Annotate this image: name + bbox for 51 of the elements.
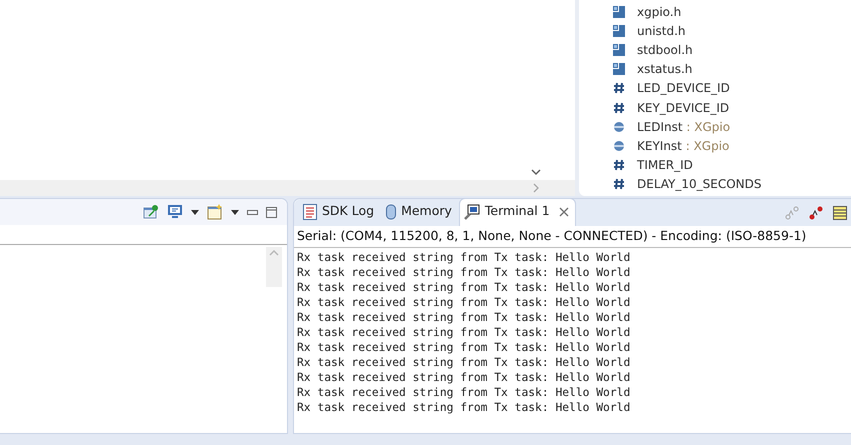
hash-icon (613, 159, 625, 172)
log-icon (303, 204, 317, 220)
circle-icon (613, 140, 625, 152)
outline-item[interactable]: LEDInst : XGpio (637, 118, 730, 136)
minimize-icon[interactable] (247, 210, 258, 214)
hash-icon (613, 82, 625, 94)
header-file-icon (613, 63, 625, 76)
pin-icon[interactable] (143, 204, 159, 220)
header-file-icon (613, 44, 625, 56)
caret-icon[interactable] (231, 210, 239, 214)
terminal-line: Rx task received string from Tx task: Hello World (297, 340, 632, 355)
connect-icon[interactable] (809, 206, 823, 220)
circle-icon (613, 120, 625, 133)
outline-item[interactable]: xgpio.h (637, 2, 682, 21)
terminal-line: Rx task received string from Tx task: Hello World (297, 384, 632, 400)
outline-item[interactable]: TIMER_ID (637, 156, 693, 174)
terminal-line: Rx task received string from Tx task: Hello World (297, 294, 632, 310)
terminal-icon (464, 204, 480, 220)
outline-item[interactable]: LED_DEVICE_ID (637, 79, 730, 98)
connection-status: Serial: (COM4, 115200, 8, 1, None, None - CONNECTED) - Encoding: (ISO-8859-1) (294, 226, 851, 248)
maximize-icon[interactable] (266, 206, 277, 218)
horizontal-scrollbar[interactable] (0, 180, 575, 196)
outline-item[interactable]: stdbool.h (637, 40, 693, 59)
hash-icon (613, 102, 625, 114)
terminal-line: Rx task received string from Tx task: Hello World (297, 250, 632, 265)
outline-item[interactable]: DELAY_10_SECONDS (637, 175, 762, 194)
terminal-line: Rx task received string from Tx task: Hello World (297, 280, 632, 295)
new-window-icon[interactable] (207, 204, 223, 220)
close-icon[interactable] (558, 206, 569, 217)
outline-item[interactable]: KEYInst : XGpio (637, 136, 730, 155)
view-tab[interactable]: Terminal 1 (458, 198, 576, 226)
view-tab[interactable]: SDK Log (298, 198, 382, 226)
monitor-icon[interactable] (167, 204, 183, 220)
outline-item[interactable]: KEY_DEVICE_ID (637, 98, 730, 117)
terminal-line: Rx task received string from Tx task: Hello World (297, 400, 632, 415)
header-file-icon (613, 24, 625, 37)
outline-item[interactable]: unistd.h (637, 22, 686, 40)
terminal-line: Rx task received string from Tx task: Hello World (297, 264, 632, 280)
table-icon[interactable] (833, 206, 847, 220)
view-tab[interactable]: Memory (381, 198, 459, 226)
hash-icon (613, 178, 625, 190)
terminal-line: Rx task received string from Tx task: Hello World (297, 310, 632, 325)
outline-item[interactable]: xstatus.h (637, 60, 692, 78)
terminal-line: Rx task received string from Tx task: Hello World (297, 354, 632, 370)
header-file-icon (613, 6, 625, 18)
scroll-down-icon[interactable] (531, 169, 541, 176)
cylinder-icon (386, 204, 396, 220)
terminal-line: Rx task received string from Tx task: Hello World (297, 370, 632, 385)
terminal-line: Rx task received string from Tx task: Hello World (297, 324, 632, 340)
caret-icon[interactable] (191, 210, 199, 214)
vertical-scrollbar[interactable] (266, 247, 282, 287)
